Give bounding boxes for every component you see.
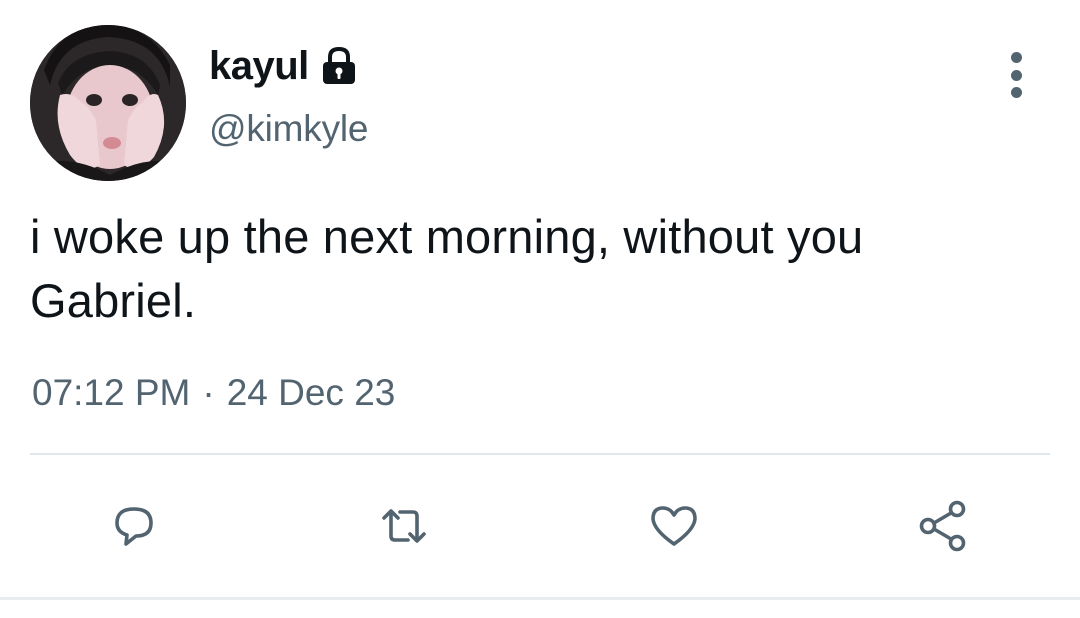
display-name[interactable]: kayul [209,44,309,89]
tweet-timestamp: 07:12 PM · 24 Dec 23 [32,372,395,414]
reply-button[interactable] [104,496,164,556]
heart-icon [651,506,697,546]
display-name-row: kayul [209,40,359,92]
like-button[interactable] [644,496,704,556]
share-button[interactable] [913,496,973,556]
more-dot [1010,52,1022,63]
more-dot [1010,87,1022,98]
tweet-date: 24 Dec 23 [226,372,396,413]
tweet-detail: kayul @kimkyle i woke up the next mornin… [0,0,1080,618]
retweet-button[interactable] [374,496,434,556]
reply-icon [115,507,153,546]
tweet-text: i woke up the next morning, without you … [30,210,864,327]
retweet-icon [382,509,426,543]
more-options-button[interactable] [996,52,1036,98]
avatar[interactable] [30,25,186,181]
tweet-time: 07:12 PM [32,372,191,413]
lock-icon [319,45,359,87]
bottom-divider [0,597,1080,600]
meta-separator: · [202,372,215,413]
more-dot [1010,69,1022,81]
avatar-image [30,25,186,181]
share-icon [919,500,966,552]
divider [30,453,1050,455]
user-handle[interactable]: @kimkyle [209,108,369,150]
